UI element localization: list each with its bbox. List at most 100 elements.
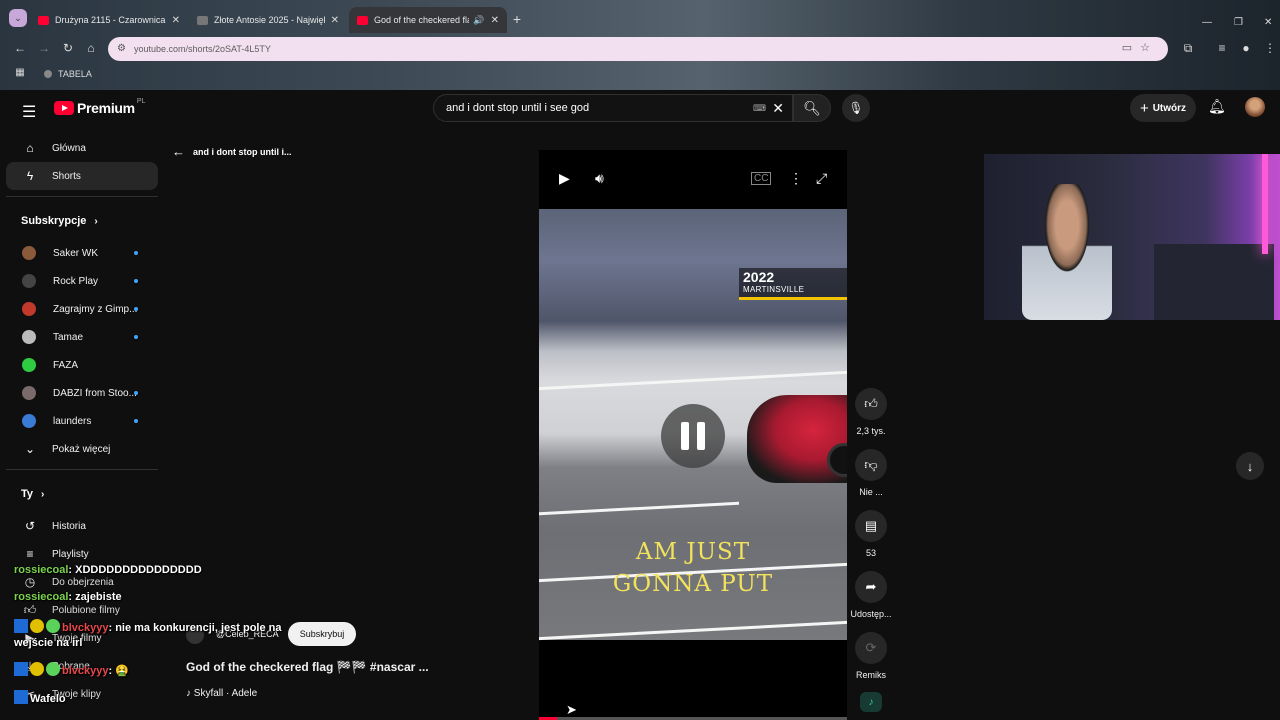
sidebar-item-history[interactable]: ↺ Historia — [6, 512, 158, 540]
youtube-favicon-icon — [38, 15, 49, 25]
youtube-premium-logo[interactable]: Premium PL — [54, 98, 145, 116]
minimize-button[interactable]: — — [1202, 17, 1212, 28]
dislike-button[interactable]: 👎︎ Nie ... — [848, 449, 894, 497]
bookmark-star-icon[interactable]: ▭☆ — [1122, 41, 1158, 54]
sidebar-item-subscription[interactable]: Rock Play — [6, 267, 158, 295]
pause-button[interactable] — [661, 404, 725, 468]
sidebar-item-subscription[interactable]: Tamae — [6, 323, 158, 351]
sidebar-item-subscription[interactable]: launders — [6, 407, 158, 435]
hamburger-menu-icon[interactable]: ☰ — [22, 102, 36, 122]
new-content-dot — [134, 419, 138, 423]
new-content-dot — [134, 251, 138, 255]
maximize-button[interactable]: ❐ — [1234, 17, 1243, 28]
tab-druzyna[interactable]: Drużyna 2115 - Czarownica ft. ✕ — [30, 7, 188, 33]
reload-icon[interactable]: ↻ — [60, 41, 76, 55]
address-bar[interactable]: ⚙ youtube.com/shorts/2oSAT-4L5TY ▭☆ — [108, 37, 1168, 61]
profile-icon[interactable]: ● — [1238, 41, 1254, 55]
short-title[interactable]: God of the checkered flag 🏁🏁 #nascar ... — [186, 660, 429, 674]
sidebar-divider — [6, 196, 158, 197]
audio-playing-icon[interactable]: 🔊 — [473, 15, 484, 26]
you-heading[interactable]: Ty › — [6, 476, 158, 512]
shorts-icon: ϟ — [26, 169, 34, 183]
browser-toolbar: ← → ↻ ⌂ ⚙ youtube.com/shorts/2oSAT-4L5TY… — [0, 36, 1280, 62]
keyboard-icon[interactable]: ⌨ — [753, 103, 766, 114]
share-button[interactable]: ➦ Udostęp... — [848, 571, 894, 619]
back-icon[interactable]: ← — [12, 41, 28, 55]
remix-button[interactable]: ⟳ Remiks — [848, 632, 894, 680]
sidebar-item-shorts[interactable]: ϟ Shorts — [6, 162, 158, 190]
music-link[interactable]: ♪ Skyfall · Adele — [186, 688, 257, 699]
tab-god-of-checkered-flag[interactable]: God of the checkered flag 🔊 ✕ — [349, 7, 507, 33]
sound-thumbnail[interactable]: ♪ — [848, 692, 894, 712]
channel-avatar — [22, 358, 36, 372]
close-window-button[interactable]: ✕ — [1264, 17, 1272, 28]
sidebar-item-subscription[interactable]: FAZA — [6, 351, 158, 379]
close-tab-icon[interactable]: ✕ — [172, 15, 180, 26]
chat-badge-icon — [14, 690, 28, 704]
media-control-icon[interactable]: ≡ — [1214, 41, 1230, 55]
sidebar-item-subscription[interactable]: Saker WK — [6, 239, 158, 267]
room-furniture — [1154, 244, 1274, 320]
bookmark-tabela[interactable]: TABELA — [44, 69, 92, 79]
more-options-icon[interactable]: ⋮ — [789, 170, 803, 187]
tab-zlote-antosie[interactable]: Złote Antosie 2025 - Najwięks ✕ — [189, 7, 347, 33]
caption-line: AM JUST — [635, 539, 751, 565]
clear-search-icon[interactable]: ✕ — [772, 100, 784, 117]
create-button[interactable]: + Utwórz — [1130, 94, 1196, 122]
share-icon: ➦ — [855, 571, 887, 603]
chevron-right-icon: › — [41, 488, 45, 500]
search-button[interactable]: 🔍︎ — [793, 94, 831, 122]
captions-icon[interactable]: CC — [751, 172, 772, 185]
new-tab-button[interactable]: + — [509, 11, 525, 27]
chat-message: Wafelo — [14, 690, 66, 705]
chat-badge-icon — [30, 619, 44, 633]
voice-search-button[interactable]: 🎙︎ — [842, 94, 870, 122]
play-icon[interactable]: ▶ — [559, 170, 570, 187]
chat-message: rossiecoal: zajebiste — [14, 591, 122, 603]
channel-avatar — [22, 414, 36, 428]
chat-badge-icon — [14, 662, 28, 676]
comment-icon: ▤ — [855, 510, 887, 542]
subscriptions-heading[interactable]: Subskrypcje › — [6, 203, 158, 239]
chat-message: blvckyyy: nie ma konkurencji, jest pole … — [14, 619, 281, 634]
search-input[interactable]: and i dont stop until i see god ⌨ ✕ — [433, 94, 793, 122]
tab-search-icon[interactable]: ⌄ — [9, 9, 27, 27]
notifications-bell-icon[interactable]: 🔔︎ — [1208, 98, 1226, 115]
comments-button[interactable]: ▤ 53 — [848, 510, 894, 558]
fullscreen-icon[interactable]: ⤢ — [816, 170, 827, 187]
tab-strip: ⌄ Drużyna 2115 - Czarownica ft. ✕ Złote … — [0, 5, 1280, 33]
volume-icon[interactable]: 🔊︎ — [595, 170, 604, 187]
sidebar-item-subscription[interactable]: DABZI from Stoo... — [6, 379, 158, 407]
neon-light — [1262, 154, 1268, 254]
home-icon[interactable]: ⌂ — [83, 41, 99, 55]
shorts-player[interactable]: ▶ 🔊︎ CC ⋮ ⤢ 2022 MARTINSVILLE AM JUST GO… — [539, 150, 847, 720]
chat-badge-icon — [46, 662, 60, 676]
apps-grid-icon[interactable]: ▦ — [12, 67, 28, 78]
close-tab-icon[interactable]: ✕ — [491, 15, 499, 26]
new-content-dot — [134, 307, 138, 311]
video-frame[interactable]: 2022 MARTINSVILLE AM JUST GONNA PUT — [539, 209, 847, 641]
subscribe-button[interactable]: Subskrybuj — [288, 622, 356, 646]
account-avatar[interactable] — [1245, 97, 1265, 117]
like-icon: 👍︎ — [23, 602, 37, 617]
show-more-button[interactable]: ⌄ Pokaż więcej — [6, 435, 158, 463]
menu-kebab-icon[interactable]: ⋮ — [1262, 41, 1278, 55]
channel-avatar — [22, 274, 36, 288]
back-to-search[interactable]: ← and i dont stop until i... — [172, 144, 292, 159]
sidebar-item-subscription[interactable]: Zagrajmy z Gimp... — [6, 295, 158, 323]
site-info-icon[interactable]: ⚙ — [117, 43, 126, 54]
thumbs-up-icon: 👍︎ — [855, 388, 887, 420]
chat-message: rossiecoal: XDDDDDDDDDDDDDDD — [14, 564, 202, 576]
like-button[interactable]: 👍︎ 2,3 tys. — [848, 388, 894, 436]
sidebar-divider — [6, 469, 158, 470]
sidebar-item-home[interactable]: ⌂ Główna — [6, 134, 158, 162]
forward-icon[interactable]: → — [36, 41, 52, 55]
pause-icon — [681, 422, 689, 450]
channel-avatar — [22, 302, 36, 316]
close-tab-icon[interactable]: ✕ — [331, 15, 339, 26]
mouse-cursor-icon: ➤ — [566, 702, 577, 717]
next-short-button[interactable]: ↓ — [1236, 452, 1264, 480]
url-text[interactable]: youtube.com/shorts/2oSAT-4L5TY — [134, 44, 271, 54]
extensions-icon[interactable]: ⧉ — [1180, 41, 1196, 56]
bookmark-favicon-icon — [44, 70, 52, 78]
